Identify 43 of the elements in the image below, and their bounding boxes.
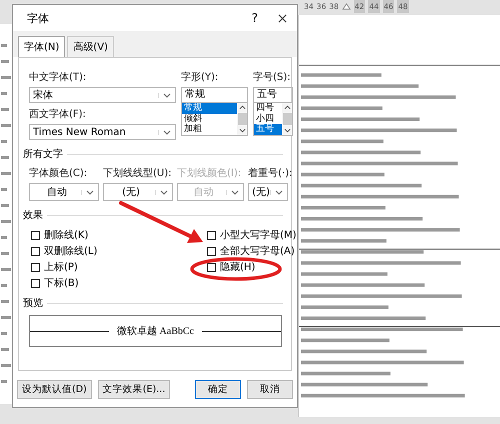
dropdown[interactable]: 自动 <box>29 183 99 201</box>
tab[interactable]: 字体(N) <box>18 36 66 57</box>
checkbox[interactable]: 删除线(K) <box>31 229 207 241</box>
font-dropdown[interactable]: Times New Roman <box>29 124 176 140</box>
checkbox[interactable]: 小型大写字母(M) <box>207 229 296 241</box>
section-heading: 预览 <box>23 297 43 310</box>
list-item[interactable]: 加粗 <box>182 124 237 134</box>
field-label: 字体颜色(C): <box>29 166 88 180</box>
input-field[interactable]: 五号 <box>253 87 293 103</box>
list-item[interactable]: 小四 <box>254 114 282 124</box>
list-item[interactable]: 常规 <box>182 103 237 114</box>
dropdown[interactable]: (无) <box>103 183 173 201</box>
close-icon[interactable] <box>278 14 287 22</box>
dialog-button[interactable]: 文字效果(E)... <box>98 380 170 398</box>
field-label: 中文字体(T): <box>29 70 88 84</box>
checkbox[interactable]: 全部大写字母(A) <box>207 245 296 257</box>
section-heading: 所有文字 <box>23 148 63 161</box>
dialog-button[interactable]: 设为默认值(D) <box>17 380 92 398</box>
indent-marker-icon[interactable] <box>342 3 351 10</box>
field-label: 下划线线型(U): <box>103 166 172 180</box>
scrollbar[interactable] <box>237 103 247 135</box>
checkbox[interactable]: 下标(B) <box>31 277 207 289</box>
list-item[interactable]: 倾斜 <box>182 114 237 124</box>
input-field[interactable]: 常规 <box>181 87 248 103</box>
dialog-button[interactable]: 确定 <box>195 380 241 398</box>
dropdown[interactable]: (无) <box>248 183 288 201</box>
checkbox[interactable]: 隐藏(H) <box>207 261 296 273</box>
field-label: 字形(Y): <box>181 70 220 84</box>
field-label: 字号(S): <box>253 70 292 84</box>
preview-text: 微软卓越 AaBbCc <box>117 324 194 338</box>
field-label: 西文字体(F): <box>29 108 87 121</box>
font-dropdown[interactable]: 宋体 <box>29 87 176 103</box>
help-button[interactable]: ? <box>250 11 260 25</box>
list-item[interactable]: 四号 <box>254 103 282 114</box>
dialog-title: 字体 <box>27 10 50 26</box>
scrollbar[interactable] <box>282 103 292 135</box>
tab[interactable]: 高级(V) <box>67 36 114 57</box>
dialog-button[interactable]: 取消 <box>247 380 293 398</box>
list-item[interactable]: 五号 <box>254 124 282 134</box>
checkbox[interactable]: 上标(P) <box>31 261 207 273</box>
field-label: 下划线颜色(I): <box>177 166 242 180</box>
checkbox[interactable]: 双删除线(L) <box>31 245 207 257</box>
section-heading: 效果 <box>23 209 43 222</box>
